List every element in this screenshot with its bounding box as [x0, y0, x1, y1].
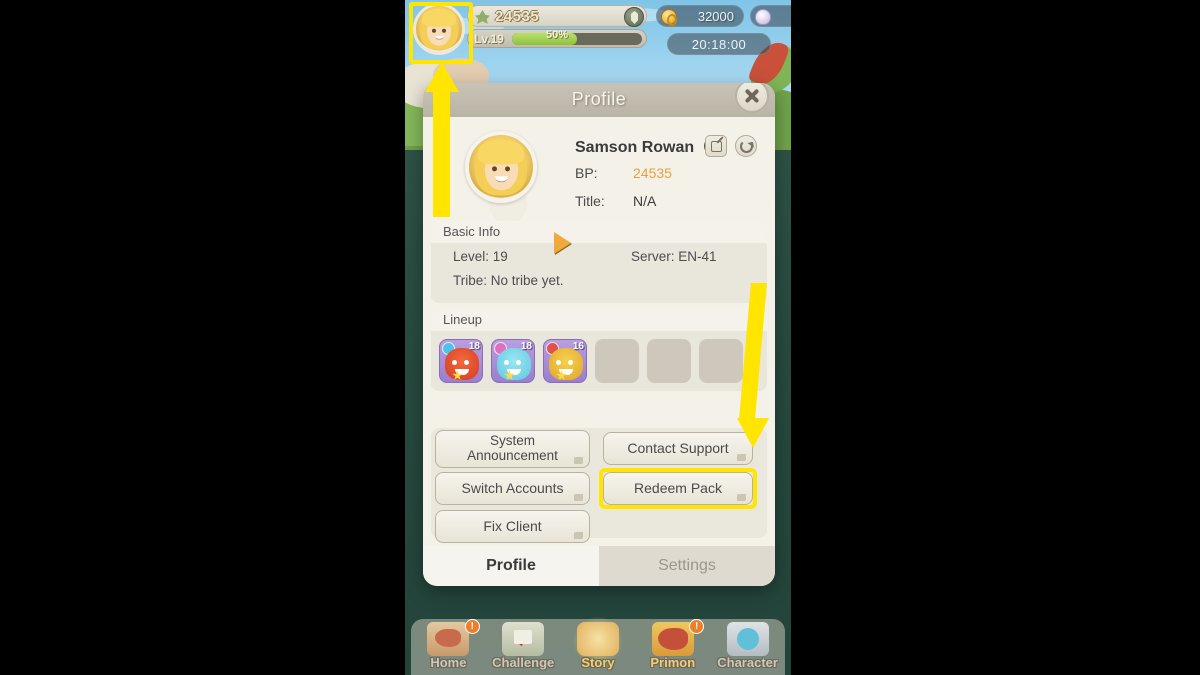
system-announcement-line1: System [489, 433, 535, 448]
notification-badge: ! [464, 619, 480, 634]
profile-dialog: Profile Samson Rowan BP: 24535 Title: N/… [423, 83, 775, 586]
nav-item-story[interactable]: Story [561, 617, 636, 675]
basic-info-panel: Basic Info Level: 19 Server: EN-41 Tribe… [431, 221, 767, 303]
lineup-empty-slot[interactable] [647, 339, 691, 383]
shield-icon [624, 7, 644, 27]
screenshot-root: 24535 Lv.19 50% 32000 530 20:18:00 [0, 0, 1200, 675]
creature-icon [549, 348, 583, 380]
timer-value: 20:18:00 [691, 37, 747, 52]
basic-info-line: Level: 19 Server: EN-41 [431, 247, 767, 271]
gem-currency[interactable]: 530 [750, 5, 791, 27]
game-screen: 24535 Lv.19 50% 32000 530 20:18:00 [405, 0, 791, 675]
creature-icon [445, 348, 479, 380]
system-announcement-line2: Announcement [467, 448, 558, 463]
title-value: N/A [633, 193, 657, 209]
annotation-arrow-up [425, 62, 459, 217]
primon-icon [651, 622, 694, 656]
story-icon [576, 622, 619, 656]
bp-value: 24535 [633, 165, 672, 181]
title-row: Title: N/A [575, 193, 656, 209]
annotation-arrow-down [737, 283, 769, 448]
lineup-heading: Lineup [443, 312, 483, 327]
title-label: Title: [575, 193, 605, 209]
home-icon [427, 622, 470, 656]
contact-support-button[interactable]: Contact Support [603, 432, 753, 465]
fix-client-button[interactable]: Fix Client [435, 510, 590, 543]
gold-amount: 32000 [697, 9, 734, 24]
nav-label-primon: Primon [650, 655, 696, 670]
nav-item-home[interactable]: ! Home [411, 619, 486, 675]
lineup-unit[interactable]: 18 [439, 339, 483, 383]
lineup-header: Lineup [431, 309, 767, 331]
xp-percent-label: 50% [545, 29, 569, 41]
tab-profile[interactable]: Profile [423, 546, 599, 586]
dialog-title-bar: Profile [423, 83, 775, 117]
page-title: Profile [571, 89, 627, 109]
share-profile-button[interactable] [735, 135, 757, 157]
basic-info-line: Tribe: No tribe yet. [431, 271, 767, 295]
avatar-face-icon [472, 139, 530, 199]
share-arrow-icon [740, 140, 753, 153]
identity-row: Samson Rowan BP: 24535 Title: N/A [423, 117, 775, 249]
lineup-panel: Lineup 18 18 16 [431, 309, 767, 391]
basic-info-heading: Basic Info [443, 224, 501, 239]
switch-accounts-button[interactable]: Switch Accounts [435, 472, 590, 505]
nav-item-primon[interactable]: ! Primon [635, 619, 710, 675]
nav-label-character: Character [717, 655, 778, 670]
tab-settings[interactable]: Settings [599, 546, 775, 586]
lineup-slots: 18 18 16 [431, 335, 767, 383]
pencil-icon [711, 141, 722, 152]
character-icon [726, 622, 769, 656]
action-button-grid: System Announcement Switch Accounts Fix … [431, 428, 767, 543]
bottom-navigation: ! Home Challenge Story ! Primon Characte… [411, 617, 785, 675]
lineup-empty-slot[interactable] [595, 339, 639, 383]
lineup-unit[interactable]: 16 [543, 339, 587, 383]
redeem-pack-highlight [599, 468, 757, 509]
unit-level: 16 [572, 341, 584, 352]
player-name: Samson Rowan [575, 139, 695, 156]
hud-level-label: Lv.19 [474, 32, 504, 46]
lineup-unit[interactable]: 18 [491, 339, 535, 383]
gold-coin-icon [661, 9, 677, 26]
battle-power-pill[interactable]: 24535 [467, 5, 647, 27]
nav-label-story: Story [581, 655, 615, 670]
player-name-row: Samson Rowan [575, 137, 722, 157]
basic-info-header: Basic Info [431, 221, 767, 243]
bp-label: BP: [575, 165, 598, 181]
nav-item-character[interactable]: Character [710, 619, 785, 675]
notification-badge: ! [689, 619, 705, 634]
xp-progress-bar [512, 33, 642, 45]
creature-icon [497, 348, 531, 380]
level-xp-pill[interactable]: Lv.19 50% [467, 29, 647, 48]
unit-level: 18 [520, 341, 532, 352]
profile-avatar[interactable] [465, 131, 537, 203]
edit-name-button[interactable] [705, 135, 727, 157]
mouse-cursor [554, 232, 571, 254]
server-timer: 20:18:00 [667, 33, 771, 55]
nav-label-challenge: Challenge [492, 655, 555, 670]
bp-row: BP: 24535 [575, 165, 672, 181]
nav-item-challenge[interactable]: Challenge [486, 619, 561, 675]
dialog-tabs: Profile Settings [423, 546, 775, 586]
server-value: Server: EN-41 [631, 249, 717, 264]
gold-currency[interactable]: 32000 [656, 5, 744, 27]
challenge-icon [502, 622, 545, 656]
system-announcement-button[interactable]: System Announcement [435, 430, 590, 468]
tribe-value: Tribe: No tribe yet. [453, 273, 564, 288]
battle-power-icon [475, 10, 490, 24]
unit-level: 18 [468, 341, 480, 352]
level-value: Level: 19 [453, 249, 508, 264]
avatar-highlight-box [409, 2, 473, 64]
gem-icon [755, 9, 771, 25]
hud-bp-value: 24535 [495, 8, 540, 25]
nav-label-home: Home [430, 655, 467, 670]
